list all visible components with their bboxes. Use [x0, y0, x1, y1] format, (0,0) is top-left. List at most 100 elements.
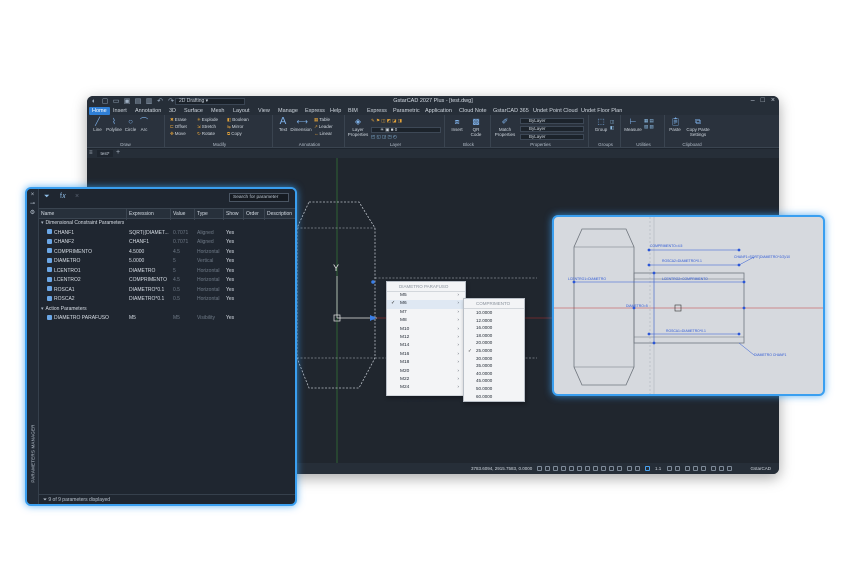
expression-cell[interactable]: DIAMETRO*0.1 [129, 286, 171, 296]
tab-undet-point-cloud[interactable]: Undet Point Cloud [530, 107, 581, 115]
tab-layout[interactable]: Layout [230, 107, 253, 115]
lineweight-icon[interactable] [585, 466, 590, 471]
minimize-icon[interactable]: – [751, 97, 755, 104]
layer-tools-icon[interactable]: ✎ ⚑ ◫ ◩ ◪ ◨ [371, 118, 402, 124]
show-cell[interactable]: Yes [226, 229, 244, 239]
submenu-item[interactable]: 16.0000 [464, 324, 524, 332]
dim-lcentro2[interactable]: LCENTRO2=COMPRIMENTO [662, 277, 708, 281]
submenu-item[interactable]: 50.0000 [464, 385, 524, 393]
cloud-icon[interactable] [719, 466, 724, 471]
pin-icon[interactable]: ⊸ [29, 201, 36, 208]
show-cell[interactable]: Yes [226, 267, 244, 277]
submenu-item[interactable]: 12.0000 [464, 317, 524, 325]
boolean-button[interactable]: ◧Boolean [227, 117, 249, 123]
isolate-icon[interactable] [693, 466, 698, 471]
table-row[interactable]: DIAMETRO 5.0000 5 Vertical Yes [39, 257, 295, 267]
filter-icon[interactable]: ⏷ [44, 193, 50, 201]
tab-parametric[interactable]: Parametric [390, 107, 423, 115]
tab-cloud-note[interactable]: Cloud Note [456, 107, 490, 115]
customize-icon[interactable] [711, 466, 716, 471]
color-select[interactable]: ByLayer [520, 118, 584, 124]
status-menu-icon[interactable] [727, 466, 732, 471]
group-button[interactable]: ⬚ Group [593, 117, 609, 132]
add-tab-icon[interactable]: + [116, 149, 120, 156]
transparency-icon[interactable] [593, 466, 598, 471]
tab-annotation[interactable]: Annotation [132, 107, 164, 115]
tab-express-2[interactable]: Express [364, 107, 390, 115]
maximize-icon[interactable]: □ [761, 97, 765, 104]
dim-lcentro1[interactable]: LCENTRO1=DIAMETRO [568, 277, 606, 281]
tab-manage[interactable]: Manage [275, 107, 301, 115]
dim-comprimento[interactable]: COMPRIMENTO=4.5 [650, 244, 682, 248]
tab-express[interactable]: Express [302, 107, 328, 115]
move-button[interactable]: ✥Move [170, 131, 186, 137]
dynamic-input-icon[interactable] [627, 466, 632, 471]
insert-button[interactable]: ⧈ Insert [449, 117, 465, 132]
tab-insert[interactable]: Insert [110, 107, 130, 115]
layer-select[interactable]: ☀ ▣ ■ 0 [371, 127, 441, 133]
group-row[interactable]: ▾ Action Parameters [39, 305, 295, 315]
dim-diametro[interactable]: DIAMETRO=5 [626, 304, 648, 308]
lineweight-select[interactable]: ByLayer [520, 134, 584, 140]
tab-bim[interactable]: BIM [345, 107, 361, 115]
show-cell[interactable]: Yes [226, 238, 244, 248]
snap-icon[interactable] [537, 466, 542, 471]
document-tab[interactable]: test* [97, 150, 113, 157]
tab-view[interactable]: View [255, 107, 273, 115]
table-row[interactable]: ROSCA1 DIAMETRO*0.1 0.5 Horizontal Yes [39, 286, 295, 296]
utility-tools-icon[interactable]: ▦ ▤ ▧ ▨ [644, 118, 654, 130]
submenu-item[interactable]: 20.0000 [464, 339, 524, 347]
erase-button[interactable]: ✖Erase [170, 117, 187, 123]
line-button[interactable]: ╱ Line [90, 117, 105, 132]
osnap-icon[interactable] [569, 466, 574, 471]
otrack-icon[interactable] [577, 466, 582, 471]
tab-home[interactable]: Home [89, 107, 110, 115]
table-row[interactable]: DIAMETRO PARAFUSO M5 M5 Visibility Yes [39, 314, 295, 324]
table-row[interactable]: CHANF1 SQRT((DIAMET... 0.7071 Aligned Ye… [39, 229, 295, 239]
menu-item-m6[interactable]: ✓ M6 › [387, 300, 465, 309]
show-cell[interactable]: Yes [226, 295, 244, 305]
close-icon[interactable]: × [29, 192, 36, 199]
new-parameter-icon[interactable]: f𝑥 [60, 193, 66, 201]
tab-application[interactable]: Application [422, 107, 455, 115]
settings-icon[interactable]: ⚙ [29, 210, 36, 217]
table-row[interactable]: COMPRIMENTO 4.5000 4.5 Horizontal Yes [39, 248, 295, 258]
tab-surface[interactable]: Surface [181, 107, 206, 115]
menu-item-m8[interactable]: M8 › [387, 317, 465, 325]
tab-help[interactable]: Help [327, 107, 344, 115]
close-icon[interactable]: × [771, 97, 775, 104]
annotation-visibility-icon[interactable] [667, 466, 672, 471]
ortho-icon[interactable] [553, 466, 558, 471]
show-cell[interactable]: Yes [226, 276, 244, 286]
dim-rosca1[interactable]: ROSCA1=DIAMETRO*0.1 [666, 329, 706, 333]
submenu-item[interactable]: 35.0000 [464, 362, 524, 370]
menu-item-m24[interactable]: M24 › [387, 384, 465, 392]
circle-button[interactable]: ○ Circle [123, 117, 138, 132]
menu-item-m10[interactable]: M10 › [387, 326, 465, 334]
table-row[interactable]: LCENTRO2 COMPRIMENTO 4.5 Horizontal Yes [39, 276, 295, 286]
show-cell[interactable]: Yes [226, 314, 244, 324]
dimension-button[interactable]: ⟷ Dimension [290, 117, 312, 132]
grid-icon[interactable] [545, 466, 550, 471]
submenu-item[interactable]: 30.0000 [464, 355, 524, 363]
arc-button[interactable]: ⌒ Arc [138, 117, 150, 132]
show-cell[interactable]: Yes [226, 248, 244, 258]
expression-cell[interactable]: SQRT((DIAMET... [129, 229, 171, 239]
polar-icon[interactable] [561, 466, 566, 471]
quick-properties-icon[interactable] [635, 466, 640, 471]
workspace-switch-icon[interactable] [675, 466, 680, 471]
layer-properties-button[interactable]: ◈ Layer Properties [347, 117, 369, 137]
explode-button[interactable]: ✳Explode [197, 117, 218, 123]
menu-item-m14[interactable]: M14 › [387, 342, 465, 350]
submenu-item[interactable]: 60.0000 [464, 393, 524, 401]
annotation-scale-icon[interactable] [645, 466, 650, 471]
tab-gstarcad-365[interactable]: GstarCAD 365 [490, 107, 532, 115]
search-input[interactable]: Search for parameter [229, 193, 289, 202]
qr-code-button[interactable]: ▩ QR Code [468, 117, 484, 137]
show-cell[interactable]: Yes [226, 257, 244, 267]
linear-button[interactable]: ↔Linear [314, 131, 332, 136]
dynamic-ucs-icon[interactable] [617, 466, 622, 471]
delete-parameter-icon[interactable]: × [75, 193, 79, 200]
submenu-item-checked[interactable]: ✓ 25.0000 [464, 347, 524, 355]
submenu-item[interactable]: 45.0000 [464, 377, 524, 385]
